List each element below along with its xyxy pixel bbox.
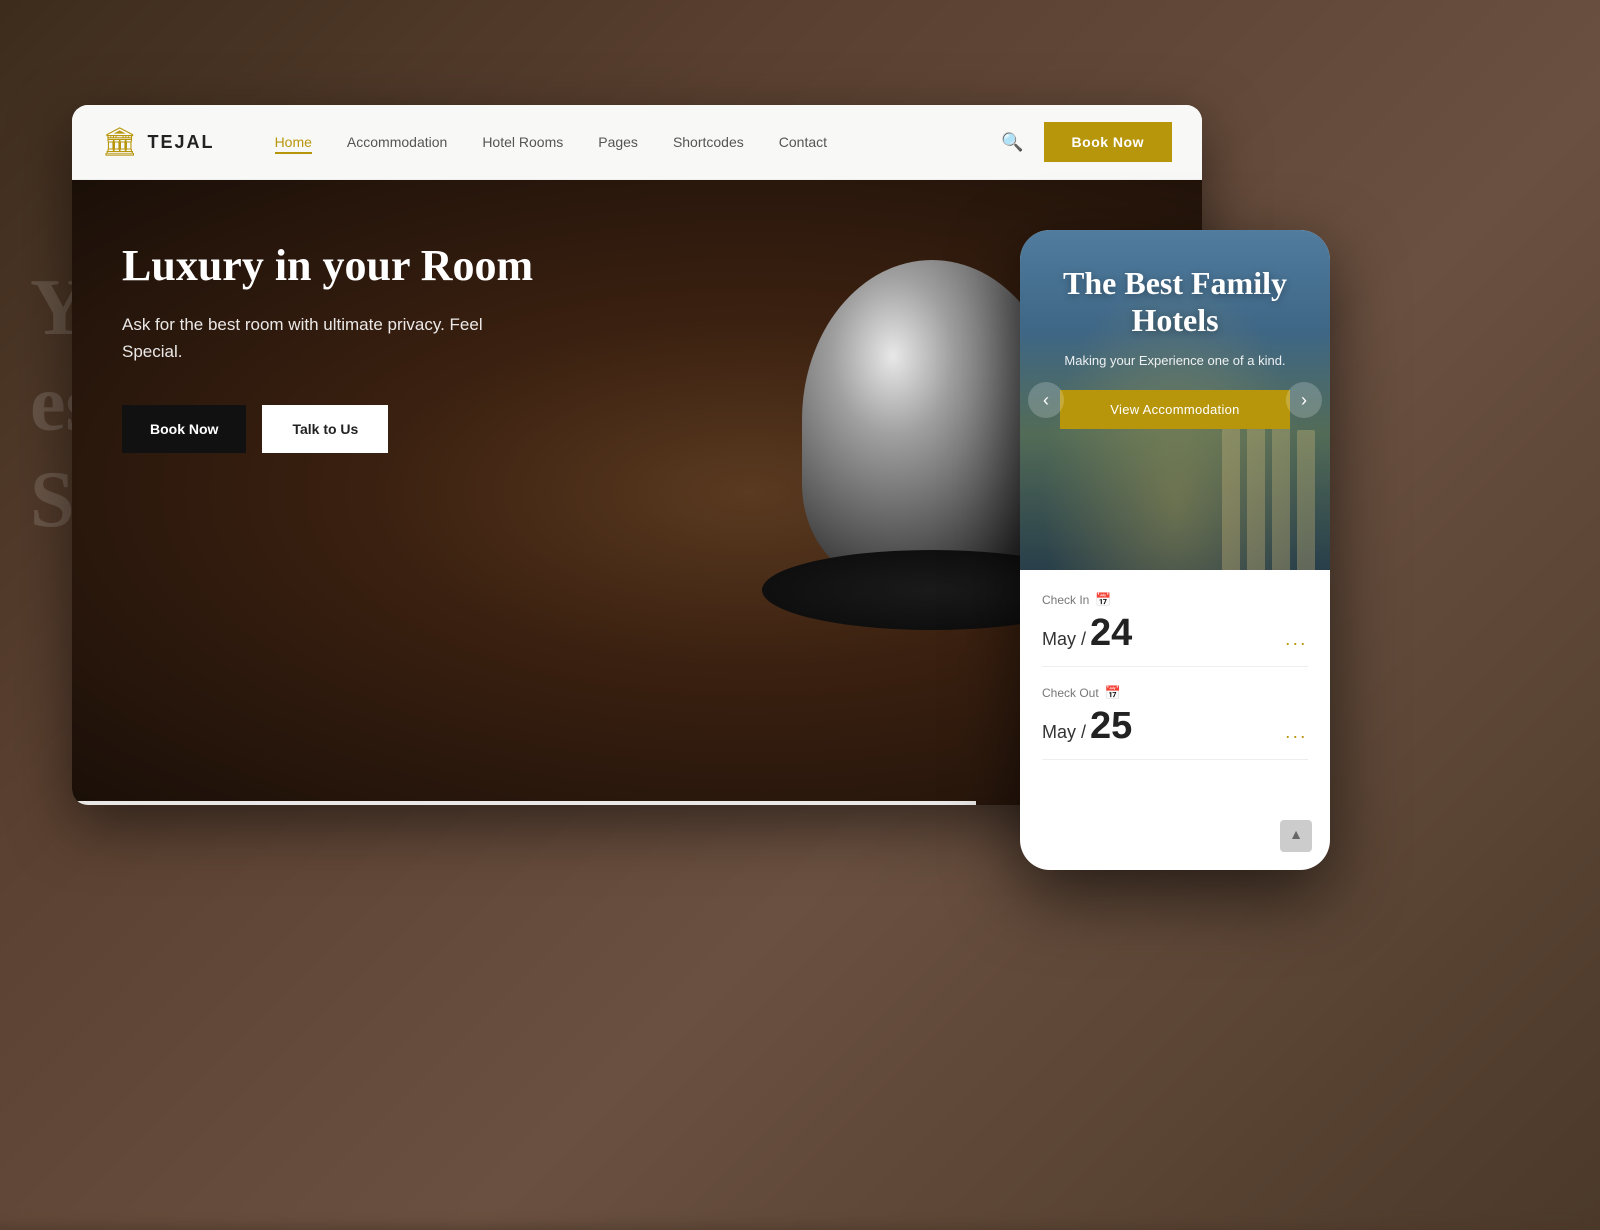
mobile-hero-subtitle: Making your Experience one of a kind. [1040,351,1310,371]
hero-title: Luxury in your Room [122,240,682,293]
nav-right: 🔍 Book Now [1001,122,1172,162]
mobile-hero-title: The Best Family Hotels [1040,265,1310,339]
scroll-up-button[interactable]: ▲ [1280,820,1312,852]
nav-accommodation[interactable]: Accommodation [347,134,447,150]
mobile-hero-text: The Best Family Hotels Making your Exper… [1020,230,1330,449]
checkout-field: Check Out 📅 May / 25 ... [1042,685,1308,760]
logo-area: 🏛 TEJAL [102,125,215,159]
mobile-hero-image: ‹ › The Best Family Hotels Making your E… [1020,230,1330,570]
checkout-day: 25 [1090,705,1132,747]
checkin-value[interactable]: May / 24 ... [1042,614,1308,652]
nav-shortcodes[interactable]: Shortcodes [673,134,744,150]
checkout-month: May / [1042,722,1086,742]
nav-home[interactable]: Home [275,134,312,150]
slide-next-button[interactable]: › [1286,382,1322,418]
nav-hotel-rooms[interactable]: Hotel Rooms [482,134,563,150]
mobile-mockup: ‹ › The Best Family Hotels Making your E… [1020,230,1330,870]
checkin-field: Check In 📅 May / 24 ... [1042,592,1308,667]
nav-contact[interactable]: Contact [779,134,827,150]
nav-links: Home Accommodation Hotel Rooms Pages Sho… [275,134,1002,150]
hero-buttons: Book Now Talk to Us [122,405,1152,453]
hero-talk-button[interactable]: Talk to Us [262,405,388,453]
checkout-dots[interactable]: ... [1286,722,1309,743]
checkin-day: 24 [1090,612,1132,654]
slide-prev-button[interactable]: ‹ [1028,382,1064,418]
checkin-dots[interactable]: ... [1286,629,1309,650]
logo-text: TEJAL [148,132,215,153]
view-accommodation-button[interactable]: View Accommodation [1060,390,1290,429]
checkout-value[interactable]: May / 25 ... [1042,707,1308,745]
checkin-date: May / 24 [1042,614,1132,652]
checkin-calendar-icon: 📅 [1095,592,1111,608]
checkout-date: May / 25 [1042,707,1132,745]
navbar: 🏛 TEJAL Home Accommodation Hotel Rooms P… [72,105,1202,180]
checkout-calendar-icon: 📅 [1105,685,1121,701]
hero-subtitle: Ask for the best room with ultimate priv… [122,311,542,365]
mobile-booking-form: Check In 📅 May / 24 ... Check Out 📅 May … [1020,570,1330,760]
nav-pages[interactable]: Pages [598,134,638,150]
checkout-text: Check Out [1042,686,1099,700]
checkin-label: Check In 📅 [1042,592,1308,608]
logo-icon: 🏛 [102,125,138,159]
checkin-month: May / [1042,629,1086,649]
progress-bar [72,801,976,805]
checkin-text: Check In [1042,593,1089,607]
hero-book-now-button[interactable]: Book Now [122,405,246,453]
checkout-label: Check Out 📅 [1042,685,1308,701]
nav-book-now-button[interactable]: Book Now [1044,122,1172,162]
search-button[interactable]: 🔍 [1001,132,1023,153]
